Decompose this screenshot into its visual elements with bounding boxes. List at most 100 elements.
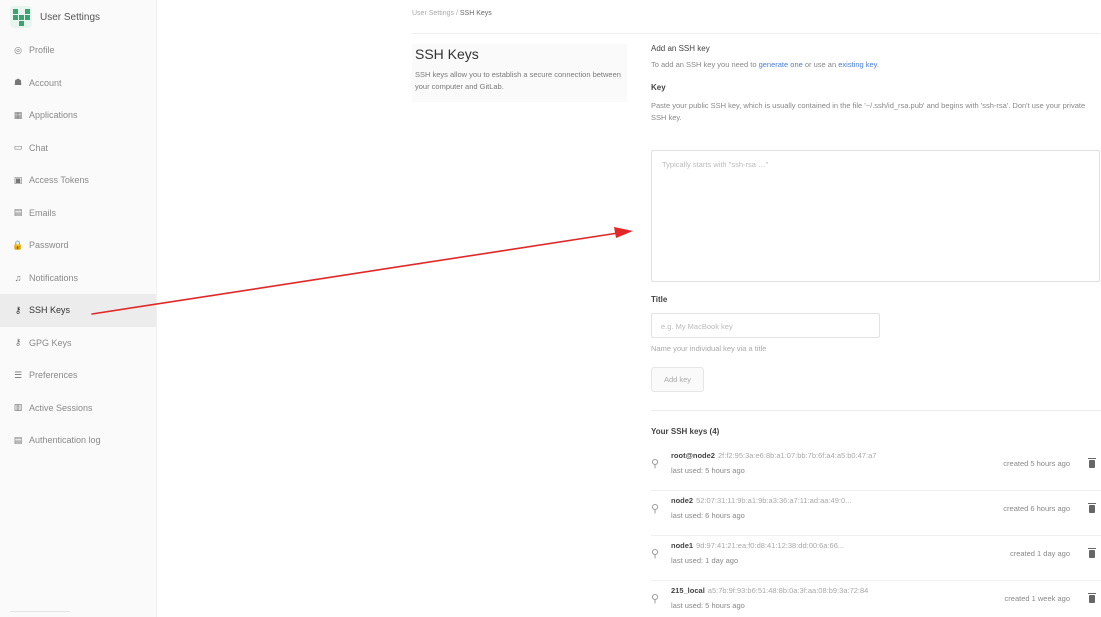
- existing-key-link[interactable]: existing key: [838, 60, 877, 69]
- title-input-placeholder: e.g. My MacBook key: [661, 322, 733, 331]
- trash-icon: [1088, 458, 1096, 468]
- ssh-key-created: created 1 day ago: [1009, 549, 1070, 558]
- sidebar-title: User Settings: [40, 11, 101, 23]
- sidebar-menu: ◎ Profile ☗ Account ▦ Applications ▭ Chat ▣ Acces…: [0, 34, 156, 457]
- ssh-key-last-used: last used: 5 hours ago: [671, 601, 745, 610]
- ssh-key-name[interactable]: node2: [671, 496, 693, 505]
- divider: [412, 33, 1100, 34]
- delete-key-button[interactable]: [1087, 503, 1097, 515]
- sidebar-item-account[interactable]: ☗ Account: [0, 67, 156, 100]
- ssh-key-last-used: last used: 6 hours ago: [671, 511, 745, 520]
- section-description: SSH Keys SSH keys allow you to establish…: [412, 44, 627, 102]
- breadcrumb-current: SSH Keys: [459, 10, 492, 17]
- ssh-key-row: ⚲ node1 9d:97:41:21:ea:f0:d8:41:12:38:dd:0…: [651, 539, 1101, 577]
- title-help-text: Name your individual key via a title: [651, 344, 767, 353]
- ssh-key-fingerprint: a5:7b:9f:93:b6:51:48:8b:0a:3f:aa:08:b9:3…: [707, 586, 869, 595]
- title-label: Title: [651, 295, 668, 304]
- sidebar-item-label: Active Sessions: [29, 402, 93, 413]
- sidebar-item-password[interactable]: 🔒 Password: [0, 229, 156, 262]
- applications-icon: ▦: [13, 109, 23, 120]
- ssh-keys-list-heading: Your SSH keys (4): [651, 427, 720, 436]
- key-textarea-placeholder: Typically starts with "ssh-rsa …": [662, 160, 769, 169]
- intro-text-mid: or use an: [802, 60, 839, 69]
- sidebar-item-label: Applications: [29, 110, 78, 121]
- divider: [651, 535, 1101, 536]
- annotation-arrowhead: [614, 227, 633, 238]
- sidebar-item-label: Profile: [29, 45, 55, 56]
- ssh-key-last-used: last used: 1 day ago: [671, 556, 739, 565]
- delete-key-button[interactable]: [1087, 593, 1097, 605]
- sidebar-item-label: Preferences: [29, 370, 78, 381]
- sidebar-item-emails[interactable]: ▤ Emails: [0, 197, 156, 230]
- divider: [651, 410, 1101, 411]
- emails-icon: ▤: [13, 207, 23, 218]
- ssh-key-title: root@node2 2f:f2:95:3a:e6:8b:a1:07:bb:7b:…: [671, 451, 876, 460]
- profile-icon: ◎: [14, 44, 22, 55]
- sidebar-item-gpg-keys[interactable]: ⚷ GPG Keys: [0, 327, 156, 360]
- settings-sidebar: User Settings ◎ Profile ☗ Account ▦ Applicati…: [0, 0, 157, 617]
- sidebar-item-label: Emails: [29, 207, 57, 218]
- key-icon: ⚲: [651, 458, 660, 470]
- title-input[interactable]: e.g. My MacBook key: [651, 313, 880, 338]
- ssh-key-name[interactable]: root@node2: [671, 451, 715, 460]
- ssh-key-title: node1 9d:97:41:21:ea:f0:d8:41:12:38:dd:00…: [671, 541, 844, 550]
- sidebar-item-notifications[interactable]: ♫ Notifications: [0, 262, 156, 295]
- sidebar-item-applications[interactable]: ▦ Applications: [0, 99, 156, 132]
- ssh-key-name[interactable]: node1: [671, 541, 693, 550]
- ssh-key-row: ⚲ 215_local a5:7b:9f:93:b6:51:48:8b:0a:3f:…: [651, 584, 1101, 617]
- sidebar-item-access-tokens[interactable]: ▣ Access Tokens: [0, 164, 156, 197]
- sidebar-item-label: Chat: [29, 142, 49, 153]
- ssh-key-name[interactable]: 215_local: [671, 586, 705, 595]
- ssh-key-fingerprint: 2f:f2:95:3a:e6:8b:a1:07:bb:7b:6f:a4:a5:b…: [717, 451, 877, 460]
- ssh-key-fingerprint: 9d:97:41:21:ea:f0:d8:41:12:38:dd:00:6a:6…: [696, 541, 845, 550]
- active-sessions-icon: ▥: [13, 402, 23, 413]
- sidebar-item-label: GPG Keys: [29, 337, 72, 348]
- preferences-icon: ☰: [13, 369, 23, 380]
- ssh-key-row: ⚲ node2 52:07:31:11:9b:a1:9b:a3:36:a7:11:a…: [651, 494, 1101, 532]
- trash-icon: [1088, 548, 1096, 558]
- key-icon: ⚲: [651, 548, 660, 560]
- authentication-log-icon: ▤: [13, 434, 23, 445]
- divider: [651, 490, 1101, 491]
- sidebar-item-chat[interactable]: ▭ Chat: [0, 132, 156, 165]
- ssh-key-created: created 5 hours ago: [1003, 459, 1070, 468]
- trash-icon: [1088, 593, 1096, 603]
- collapse-sidebar-handle[interactable]: [10, 611, 70, 615]
- annotation-arrow-line: [91, 232, 619, 315]
- ssh-key-title: node2 52:07:31:11:9b:a1:9b:a3:36:a7:11:ad…: [671, 496, 851, 505]
- ssh-key-created: created 1 week ago: [1004, 594, 1070, 603]
- sidebar-header[interactable]: User Settings: [0, 0, 156, 34]
- account-icon: ☗: [13, 77, 23, 88]
- ssh-key-last-used: last used: 5 hours ago: [671, 466, 745, 475]
- key-icon: ⚲: [651, 503, 660, 515]
- sidebar-item-label: Authentication log: [29, 435, 101, 446]
- section-description-text: SSH keys allow you to establish a secure…: [415, 70, 621, 91]
- breadcrumb-separator: /: [455, 10, 458, 17]
- page-title: SSH Keys: [415, 46, 479, 62]
- key-help-text: Paste your public SSH key, which is usua…: [651, 101, 1086, 122]
- ssh-key-row: ⚲ root@node2 2f:f2:95:3a:e6:8b:a1:07:bb:7b…: [651, 449, 1101, 487]
- sidebar-item-authentication-log[interactable]: ▤ Authentication log: [0, 424, 156, 457]
- generate-key-link[interactable]: generate one: [759, 60, 803, 69]
- avatar: [10, 6, 32, 28]
- delete-key-button[interactable]: [1087, 548, 1097, 560]
- key-icon: ⚲: [651, 593, 660, 605]
- sidebar-item-label: SSH Keys: [29, 305, 71, 316]
- sidebar-item-preferences[interactable]: ☰ Preferences: [0, 359, 156, 392]
- sidebar-item-label: Password: [29, 240, 69, 251]
- ssh-key-title: 215_local a5:7b:9f:93:b6:51:48:8b:0a:3f:a…: [671, 586, 868, 595]
- breadcrumb-parent[interactable]: User Settings: [412, 10, 454, 17]
- intro-text-suffix: .: [876, 60, 879, 69]
- sidebar-item-active-sessions[interactable]: ▥ Active Sessions: [0, 392, 156, 425]
- gpg-key-icon: ⚷: [14, 337, 22, 348]
- key-textarea[interactable]: Typically starts with "ssh-rsa …": [651, 150, 1100, 282]
- trash-icon: [1088, 503, 1096, 513]
- add-key-button[interactable]: Add key: [651, 367, 704, 392]
- intro-text-prefix: To add an SSH key you need to: [651, 60, 759, 69]
- delete-key-button[interactable]: [1087, 458, 1097, 470]
- sidebar-item-profile[interactable]: ◎ Profile: [0, 34, 156, 67]
- sidebar-item-label: Notifications: [29, 272, 79, 283]
- ssh-key-icon: ⚷: [14, 304, 22, 315]
- key-label: Key: [651, 83, 666, 92]
- sidebar-item-ssh-keys[interactable]: ⚷ SSH Keys: [0, 294, 156, 327]
